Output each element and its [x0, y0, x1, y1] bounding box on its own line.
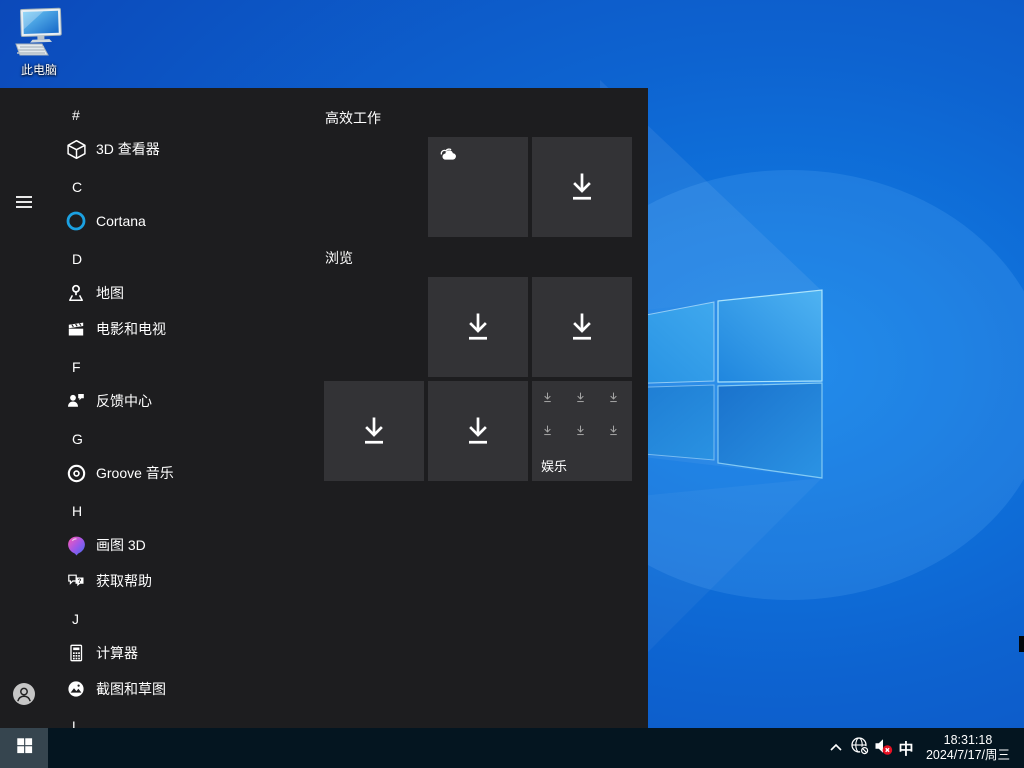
download-arrow-icon — [564, 169, 600, 205]
app-list-item[interactable]: Cortana — [0, 205, 300, 237]
movies-tv-icon — [64, 317, 88, 341]
app-list-section[interactable]: L — [0, 710, 300, 728]
section-letter: H — [72, 503, 82, 519]
ime-chinese-label: 中 — [898, 738, 913, 759]
start-menu: # 3D 查看器 C Cortana D 地 — [0, 88, 648, 728]
tile-pending-download[interactable] — [324, 381, 424, 481]
folder-tile-preview — [541, 391, 640, 457]
volume-tray-button[interactable] — [870, 728, 896, 768]
tile-group-title[interactable]: 高效工作 — [325, 108, 381, 128]
app-list-item[interactable]: 反馈中心 — [0, 385, 300, 417]
groove-music-icon — [64, 461, 88, 485]
section-letter: G — [72, 431, 83, 447]
paint-3d-icon — [64, 533, 88, 557]
chevron-up-icon — [829, 739, 843, 757]
onedrive-cloud-icon — [437, 146, 460, 166]
app-list-item-label: Groove 音乐 — [96, 463, 174, 483]
download-arrow-icon — [460, 413, 496, 449]
app-list-section[interactable]: F — [0, 351, 300, 383]
download-arrow-icon — [574, 391, 587, 404]
app-list-section[interactable]: J — [0, 603, 300, 635]
app-list-section[interactable]: D — [0, 243, 300, 275]
app-list-item[interactable]: Groove 音乐 — [0, 457, 300, 489]
app-list-item[interactable]: 地图 — [0, 277, 300, 309]
app-list-section[interactable]: C — [0, 171, 300, 203]
section-letter: L — [72, 718, 80, 728]
start-button[interactable] — [0, 728, 48, 768]
app-list-item[interactable]: 计算器 — [0, 637, 300, 669]
app-list-item[interactable]: 电影和电视 — [0, 313, 300, 345]
taskbar-clock[interactable]: 18:31:18 2024/7/17/周三 — [918, 728, 1018, 768]
show-hidden-icons-button[interactable] — [824, 728, 848, 768]
clock-time: 18:31:18 — [944, 733, 993, 748]
app-list-item-label: 反馈中心 — [96, 391, 152, 411]
app-list-item-label: 3D 查看器 — [96, 139, 160, 159]
svg-text:?: ? — [78, 578, 82, 585]
folder-tile-label: 娱乐 — [541, 456, 567, 475]
download-arrow-icon — [607, 391, 620, 404]
app-list-item-label: 电影和电视 — [96, 319, 166, 339]
tile-folder-entertainment[interactable]: 娱乐 — [532, 381, 632, 481]
app-list-item[interactable]: ? 获取帮助 — [0, 565, 300, 597]
feedback-hub-icon — [64, 389, 88, 413]
screen: 此电脑 — [0, 0, 1024, 768]
get-help-icon: ? — [64, 569, 88, 593]
maps-icon — [64, 281, 88, 305]
app-list-item[interactable]: 画图 3D — [0, 529, 300, 561]
app-list-item-label: 画图 3D — [96, 535, 146, 555]
app-list-item-label: 计算器 — [96, 643, 138, 663]
tile-pending-download[interactable] — [532, 277, 632, 377]
cortana-icon — [64, 209, 88, 233]
tile-pending-download[interactable] — [532, 137, 632, 237]
download-arrow-icon — [356, 413, 392, 449]
tile-pending-download[interactable] — [428, 277, 528, 377]
section-letter: # — [72, 107, 80, 123]
3d-viewer-icon — [64, 137, 88, 161]
app-list-item-label: Cortana — [96, 213, 146, 229]
this-pc-icon — [8, 45, 70, 62]
download-arrow-icon — [541, 391, 554, 404]
ime-mode-button[interactable]: 中 — [894, 728, 918, 768]
tile-group-title[interactable]: 浏览 — [325, 248, 353, 268]
snip-sketch-icon — [64, 677, 88, 701]
download-arrow-icon — [564, 309, 600, 345]
volume-muted-icon — [873, 736, 893, 761]
taskbar: 中 18:31:18 2024/7/17/周三 — [0, 728, 1024, 768]
app-list-section[interactable]: # — [0, 99, 300, 131]
app-list-item-label: 地图 — [96, 283, 124, 303]
download-arrow-icon — [574, 424, 587, 437]
network-offline-icon — [850, 736, 870, 761]
section-letter: F — [72, 359, 81, 375]
app-list-item-label: 截图和草图 — [96, 679, 166, 699]
windows-logo-icon — [15, 736, 34, 760]
network-tray-button[interactable] — [848, 728, 872, 768]
section-letter: C — [72, 179, 82, 195]
download-arrow-icon — [607, 424, 620, 437]
app-list-item[interactable]: 3D 查看器 — [0, 133, 300, 165]
tile-onedrive[interactable] — [428, 137, 528, 237]
calculator-icon — [64, 641, 88, 665]
section-letter: J — [72, 611, 79, 627]
section-letter: D — [72, 251, 82, 267]
app-list-section[interactable]: H — [0, 495, 300, 527]
desktop-icon-label: 此电脑 — [6, 64, 72, 77]
download-arrow-icon — [541, 424, 554, 437]
download-arrow-icon — [460, 309, 496, 345]
clock-date: 2024/7/17/周三 — [926, 748, 1010, 763]
app-list-item-label: 获取帮助 — [96, 571, 152, 591]
desktop-icon-this-pc[interactable]: 此电脑 — [6, 6, 72, 77]
tile-pending-download[interactable] — [428, 381, 528, 481]
screen-edge-artifact — [1019, 636, 1024, 652]
app-list-section[interactable]: G — [0, 423, 300, 455]
app-list-item[interactable]: 截图和草图 — [0, 673, 300, 705]
